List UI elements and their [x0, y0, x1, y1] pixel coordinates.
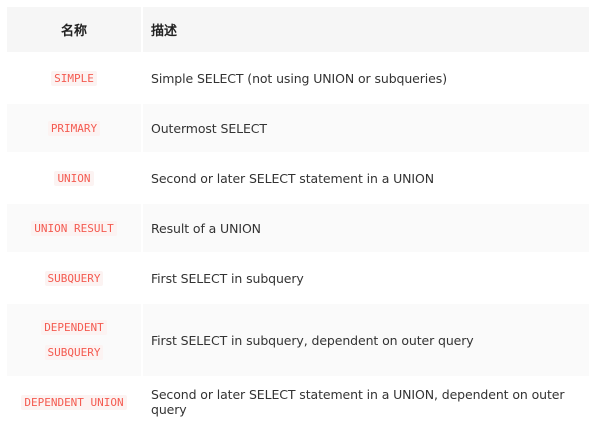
- table-row: DEPENDENT SUBQUERY First SELECT in subqu…: [7, 304, 589, 376]
- table-row: PRIMARY Outermost SELECT: [7, 104, 589, 152]
- description-cell: Simple SELECT (not using UNION or subque…: [143, 54, 589, 102]
- select-type-code: PRIMARY: [47, 120, 101, 136]
- name-cell: UNION: [7, 154, 141, 202]
- select-type-code: UNION: [54, 170, 94, 186]
- table-row: UNION Second or later SELECT statement i…: [7, 154, 589, 202]
- table-row: SIMPLE Simple SELECT (not using UNION or…: [7, 54, 589, 102]
- select-type-code: SUBQUERY: [44, 270, 104, 286]
- select-type-code: UNION RESULT: [31, 220, 117, 236]
- description-cell: Result of a UNION: [143, 204, 589, 252]
- description-cell: First SELECT in subquery: [143, 254, 589, 302]
- name-cell: UNION RESULT: [7, 204, 141, 252]
- header-description: 描述: [143, 7, 589, 52]
- description-cell: Outermost SELECT: [143, 104, 589, 152]
- select-type-code: DEPENDENT: [41, 320, 107, 335]
- table-header-row: 名称 描述: [7, 7, 589, 52]
- description-cell: Second or later SELECT statement in a UN…: [143, 154, 589, 202]
- select-type-table: 名称 描述 SIMPLE Simple SELECT (not using UN…: [5, 5, 589, 428]
- select-type-code: DEPENDENT UNION: [21, 394, 127, 410]
- header-name: 名称: [7, 7, 141, 52]
- table-row: UNION RESULT Result of a UNION: [7, 204, 589, 252]
- name-cell: SIMPLE: [7, 54, 141, 102]
- name-cell: PRIMARY: [7, 104, 141, 152]
- select-type-code: SIMPLE: [51, 70, 97, 86]
- select-type-code: SUBQUERY: [44, 345, 104, 360]
- description-cell: First SELECT in subquery, dependent on o…: [143, 304, 589, 376]
- name-cell: SUBQUERY: [7, 254, 141, 302]
- name-cell: DEPENDENT SUBQUERY: [7, 304, 141, 376]
- select-type-table-container: 名称 描述 SIMPLE Simple SELECT (not using UN…: [0, 5, 589, 426]
- table-row: SUBQUERY First SELECT in subquery: [7, 254, 589, 302]
